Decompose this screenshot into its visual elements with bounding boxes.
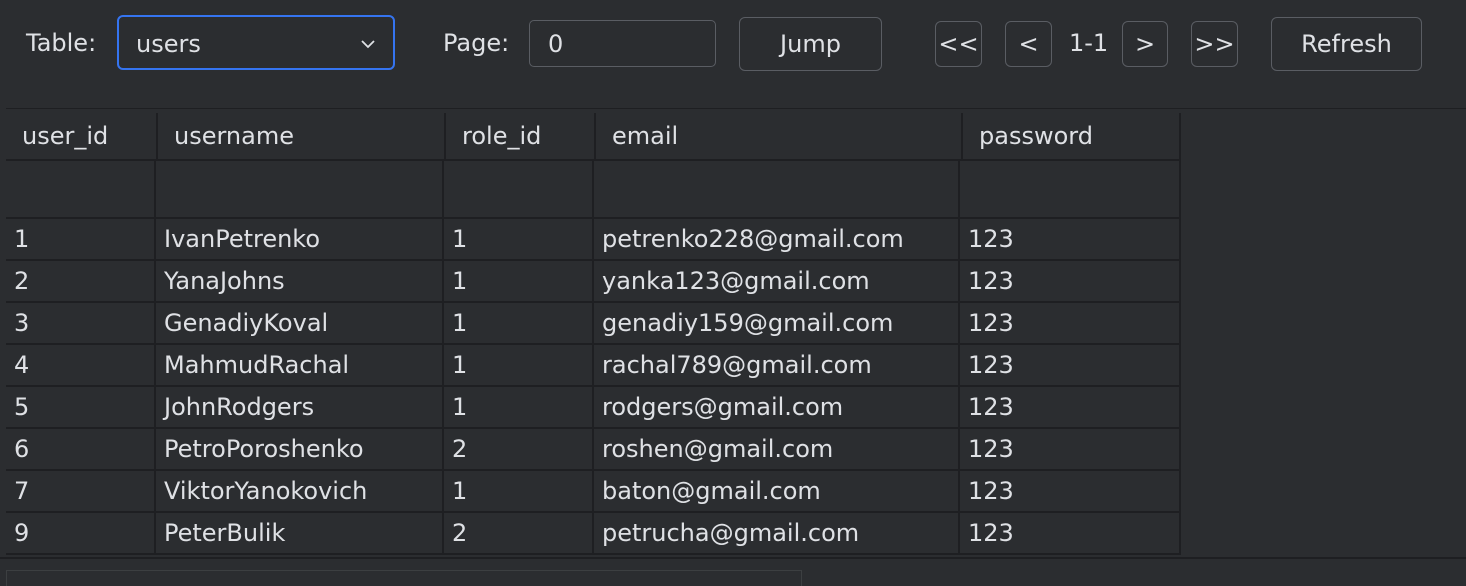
cell-user-id[interactable]: 2 — [6, 261, 156, 303]
cell-password[interactable]: 123 — [960, 429, 1181, 471]
cell-password[interactable]: 123 — [960, 219, 1181, 261]
cell-email[interactable]: roshen@gmail.com — [594, 429, 960, 471]
table-row[interactable]: 2 YanaJohns 1 yanka123@gmail.com 123 — [6, 261, 1181, 303]
table-select-value: users — [136, 30, 201, 58]
first-page-button[interactable]: << — [935, 21, 982, 67]
table-label: Table: — [26, 29, 97, 57]
cell-email[interactable]: petrenko228@gmail.com — [594, 219, 960, 261]
page-label: Page: — [443, 29, 510, 57]
cell-role-id[interactable]: 1 — [444, 387, 594, 429]
filter-cell-password[interactable] — [960, 161, 1181, 219]
cell-username[interactable]: JohnRodgers — [156, 387, 444, 429]
page-input[interactable] — [530, 21, 715, 66]
horizontal-scrollbar[interactable] — [6, 570, 802, 586]
cell-role-id[interactable]: 2 — [444, 513, 594, 555]
filter-cell-user-id[interactable] — [6, 161, 156, 219]
cell-user-id[interactable]: 7 — [6, 471, 156, 513]
jump-button[interactable]: Jump — [739, 17, 882, 71]
cell-email[interactable]: rachal789@gmail.com — [594, 345, 960, 387]
table-row[interactable]: 4 MahmudRachal 1 rachal789@gmail.com 123 — [6, 345, 1181, 387]
page-range: 1-1 — [1069, 29, 1109, 57]
cell-email[interactable]: petrucha@gmail.com — [594, 513, 960, 555]
cell-email[interactable]: baton@gmail.com — [594, 471, 960, 513]
last-page-button[interactable]: >> — [1191, 21, 1238, 67]
table-row[interactable]: 6 PetroPoroshenko 2 roshen@gmail.com 123 — [6, 429, 1181, 471]
table-select[interactable]: users — [117, 15, 395, 70]
cell-email[interactable]: rodgers@gmail.com — [594, 387, 960, 429]
cell-role-id[interactable]: 1 — [444, 219, 594, 261]
column-header-role-id[interactable]: role_id — [446, 113, 596, 159]
data-table: user_id username role_id email password … — [6, 108, 1466, 559]
table-row[interactable]: 7 ViktorYanokovich 1 baton@gmail.com 123 — [6, 471, 1181, 513]
cell-password[interactable]: 123 — [960, 387, 1181, 429]
filter-cell-email[interactable] — [594, 161, 960, 219]
column-header-username[interactable]: username — [158, 113, 446, 159]
column-header-email[interactable]: email — [596, 113, 963, 159]
filter-cell-role-id[interactable] — [444, 161, 594, 219]
cell-role-id[interactable]: 1 — [444, 261, 594, 303]
cell-user-id[interactable]: 6 — [6, 429, 156, 471]
cell-user-id[interactable]: 3 — [6, 303, 156, 345]
table-row[interactable]: 3 GenadiyKoval 1 genadiy159@gmail.com 123 — [6, 303, 1181, 345]
table-header: user_id username role_id email password — [6, 113, 1181, 161]
filter-row — [6, 161, 1181, 219]
cell-role-id[interactable]: 1 — [444, 471, 594, 513]
table-bottom-border — [0, 557, 1466, 559]
cell-username[interactable]: ViktorYanokovich — [156, 471, 444, 513]
table-row[interactable]: 1 IvanPetrenko 1 petrenko228@gmail.com 123 — [6, 219, 1181, 261]
toolbar: Table: users Page: Jump << < 1-1 > >> Re… — [0, 0, 1466, 90]
column-header-password[interactable]: password — [963, 113, 1181, 159]
filter-cell-username[interactable] — [156, 161, 444, 219]
cell-role-id[interactable]: 1 — [444, 303, 594, 345]
table-row[interactable]: 5 JohnRodgers 1 rodgers@gmail.com 123 — [6, 387, 1181, 429]
cell-role-id[interactable]: 2 — [444, 429, 594, 471]
cell-password[interactable]: 123 — [960, 345, 1181, 387]
cell-password[interactable]: 123 — [960, 303, 1181, 345]
prev-page-button[interactable]: < — [1005, 21, 1052, 67]
cell-username[interactable]: IvanPetrenko — [156, 219, 444, 261]
cell-username[interactable]: PetroPoroshenko — [156, 429, 444, 471]
cell-email[interactable]: yanka123@gmail.com — [594, 261, 960, 303]
cell-role-id[interactable]: 1 — [444, 345, 594, 387]
cell-username[interactable]: PeterBulik — [156, 513, 444, 555]
cell-password[interactable]: 123 — [960, 261, 1181, 303]
cell-user-id[interactable]: 4 — [6, 345, 156, 387]
cell-user-id[interactable]: 9 — [6, 513, 156, 555]
cell-user-id[interactable]: 5 — [6, 387, 156, 429]
next-page-button[interactable]: > — [1122, 21, 1168, 67]
table-row[interactable]: 9 PeterBulik 2 petrucha@gmail.com 123 — [6, 513, 1181, 555]
refresh-button[interactable]: Refresh — [1271, 17, 1422, 71]
cell-password[interactable]: 123 — [960, 513, 1181, 555]
cell-username[interactable]: MahmudRachal — [156, 345, 444, 387]
cell-user-id[interactable]: 1 — [6, 219, 156, 261]
page-input-field[interactable] — [529, 20, 716, 67]
cell-password[interactable]: 123 — [960, 471, 1181, 513]
cell-username[interactable]: GenadiyKoval — [156, 303, 444, 345]
cell-username[interactable]: YanaJohns — [156, 261, 444, 303]
chevron-down-icon — [361, 40, 375, 49]
cell-email[interactable]: genadiy159@gmail.com — [594, 303, 960, 345]
column-header-user-id[interactable]: user_id — [6, 113, 158, 159]
